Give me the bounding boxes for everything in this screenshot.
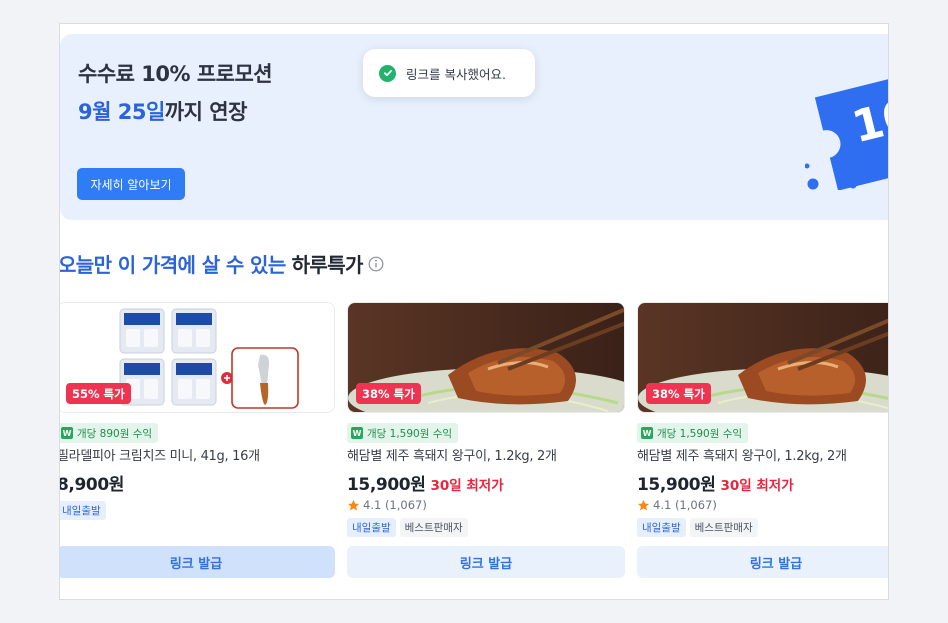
tag-next-day: 내일출발 xyxy=(60,501,106,520)
toast-message: 링크를 복사했어요. xyxy=(406,66,506,82)
product-tags: 내일출발 베스트판매자 xyxy=(347,518,468,537)
tag-best-seller: 베스트판매자 xyxy=(399,518,468,537)
discount-badge: 38% 특가 xyxy=(646,383,711,404)
banner-title: 수수료 10% 프로모션 xyxy=(78,62,273,86)
discount-badge: 38% 특가 xyxy=(356,383,421,404)
page-frame: 수수료 10% 프로모션 9월 25일까지 연장 자세히 알아보기 10 링크를… xyxy=(59,23,889,600)
section-title: 오늘만 이 가격에 살 수 있는 하루특가 xyxy=(59,249,384,278)
lowest-price-label: 30일 최저가 xyxy=(720,478,794,494)
issue-link-button[interactable]: 링크 발급 xyxy=(347,546,625,578)
price-row: 15,900원 30일 최저가 xyxy=(347,470,504,495)
product-image-grilled-pork[interactable]: 38% 특가 xyxy=(347,302,625,413)
issue-link-button[interactable]: 링크 발급 xyxy=(60,546,335,578)
product-card[interactable]: 55% 특가 W 개당 890원 수익 필라델피아 크림치즈 미니, 41g, 1… xyxy=(59,302,335,579)
rating: 4.1 (1,067) xyxy=(637,498,717,512)
price-row: 8,900원 xyxy=(59,470,125,495)
price-row: 15,900원 30일 최저가 xyxy=(637,470,794,495)
earning-badge: W 개당 1,590원 수익 xyxy=(347,423,459,443)
won-icon: W xyxy=(61,427,73,439)
product-name[interactable]: 해담별 제주 흑돼지 왕구이, 1.2kg, 2개 xyxy=(347,445,557,464)
banner-subtitle-rest: 까지 연장 xyxy=(164,100,248,124)
star-icon xyxy=(637,499,650,511)
check-circle-icon xyxy=(379,64,396,82)
coupon-ticket-icon: 10 xyxy=(805,72,888,190)
won-icon: W xyxy=(351,427,363,439)
product-image-cream-cheese[interactable]: 55% 특가 xyxy=(60,302,335,413)
star-icon xyxy=(347,499,360,511)
issue-link-button[interactable]: 링크 발급 xyxy=(637,546,888,578)
earning-badge: W 개당 890원 수익 xyxy=(60,423,159,443)
product-name[interactable]: 필라델피아 크림치즈 미니, 41g, 16개 xyxy=(60,445,260,464)
lowest-price-label: 30일 최저가 xyxy=(430,478,504,494)
product-card[interactable]: 38% 특가 W 개당 1,590원 수익 해담별 제주 흑돼지 왕구이, 1.2… xyxy=(347,302,625,579)
product-card[interactable]: 38% 특가 W 개당 1,590원 수익 해담별 제주 흑돼지 왕구이, 1.2… xyxy=(637,302,888,579)
earning-badge: W 개당 1,590원 수익 xyxy=(637,423,749,443)
tag-next-day: 내일출발 xyxy=(637,518,686,537)
tag-best-seller: 베스트판매자 xyxy=(689,518,758,537)
section-title-rest: 하루특가 xyxy=(291,253,364,277)
discount-badge: 55% 특가 xyxy=(66,383,131,404)
earning-text: 개당 1,590원 수익 xyxy=(657,427,743,440)
rating-text: 4.1 (1,067) xyxy=(653,498,717,512)
product-price: 15,900원 xyxy=(347,475,426,495)
banner-subtitle: 9월 25일까지 연장 xyxy=(78,96,247,126)
section-title-highlight: 오늘만 이 가격에 살 수 있는 xyxy=(59,253,286,277)
rating-text: 4.1 (1,067) xyxy=(363,498,427,512)
earning-text: 개당 1,590원 수익 xyxy=(367,427,453,440)
copy-toast: 링크를 복사했어요. xyxy=(363,49,535,97)
won-icon: W xyxy=(641,427,653,439)
earning-text: 개당 890원 수익 xyxy=(77,427,153,440)
rating: 4.1 (1,067) xyxy=(347,498,427,512)
product-name[interactable]: 해담별 제주 흑돼지 왕구이, 1.2kg, 2개 xyxy=(637,445,847,464)
product-tags: 내일출발 베스트판매자 xyxy=(637,518,758,537)
tag-next-day: 내일출발 xyxy=(347,518,396,537)
product-price: 15,900원 xyxy=(637,475,716,495)
info-circle-icon[interactable] xyxy=(368,256,384,272)
product-image-grilled-pork[interactable]: 38% 특가 xyxy=(637,302,888,413)
product-price: 8,900원 xyxy=(59,475,125,495)
learn-more-button[interactable]: 자세히 알아보기 xyxy=(77,168,185,200)
product-tags: 내일출발 xyxy=(60,501,106,520)
banner-date-highlight: 9월 25일 xyxy=(78,100,165,124)
